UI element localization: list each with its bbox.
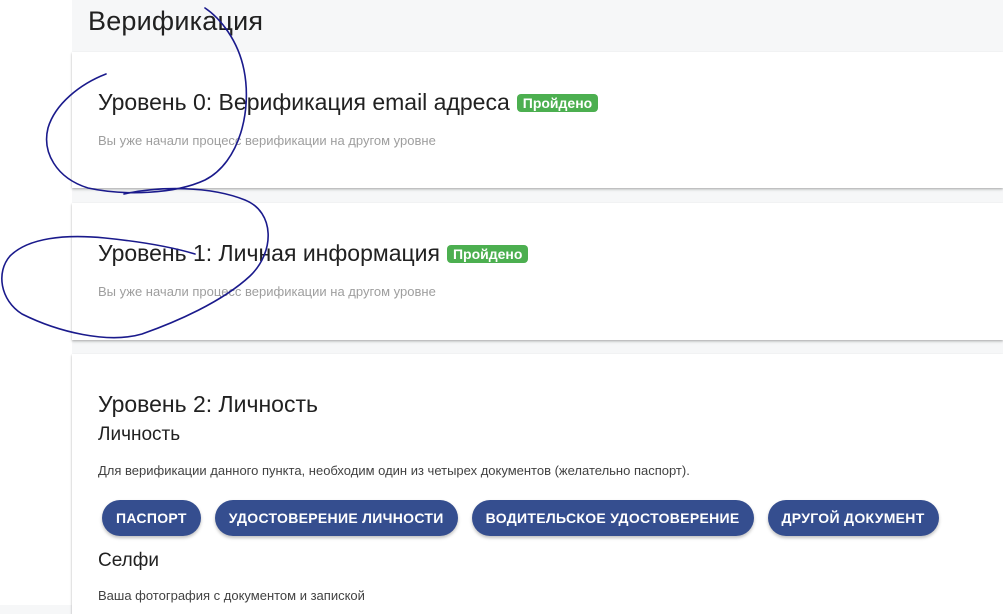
document-type-buttons: ПАСПОРТ УДОСТОВЕРЕНИЕ ЛИЧНОСТИ ВОДИТЕЛЬС… (102, 500, 939, 536)
level-1-card: Уровень 1: Личная информация Пройдено Вы… (72, 203, 1003, 340)
level-2-title-text: Уровень 2: Личность (98, 391, 318, 417)
passport-button[interactable]: ПАСПОРТ (102, 500, 201, 536)
level-0-status-badge: Пройдено (516, 93, 599, 112)
page-title: Верификация (88, 6, 264, 36)
level-0-note: Вы уже начали процесс верификации на дру… (98, 133, 436, 148)
level-2-title: Уровень 2: Личность (98, 391, 318, 418)
left-margin (0, 0, 72, 605)
other-document-button[interactable]: ДРУГОЙ ДОКУМЕНТ (767, 500, 939, 536)
selfie-section-description: Ваша фотография с документом и запиской (98, 588, 365, 603)
selfie-section-title: Селфи (98, 550, 159, 571)
drivers-license-button[interactable]: ВОДИТЕЛЬСКОЕ УДОСТОВЕРЕНИЕ (471, 500, 754, 536)
identity-section-description: Для верификации данного пункта, необходи… (98, 463, 690, 478)
level-1-status-badge: Пройдено (446, 244, 529, 263)
level-0-card: Уровень 0: Верификация email адреса Прой… (72, 52, 1003, 188)
level-1-note: Вы уже начали процесс верификации на дру… (98, 284, 436, 299)
level-1-title: Уровень 1: Личная информация Пройдено (98, 240, 529, 267)
level-0-title-text: Уровень 0: Верификация email адреса (98, 89, 510, 115)
identity-section-title: Личность (98, 424, 181, 445)
level-1-title-text: Уровень 1: Личная информация (98, 240, 440, 266)
level-2-card: Уровень 2: Личность Личность Для верифик… (72, 354, 1003, 614)
id-card-button[interactable]: УДОСТОВЕРЕНИЕ ЛИЧНОСТИ (214, 500, 458, 536)
level-0-title: Уровень 0: Верификация email адреса Прой… (98, 89, 599, 116)
